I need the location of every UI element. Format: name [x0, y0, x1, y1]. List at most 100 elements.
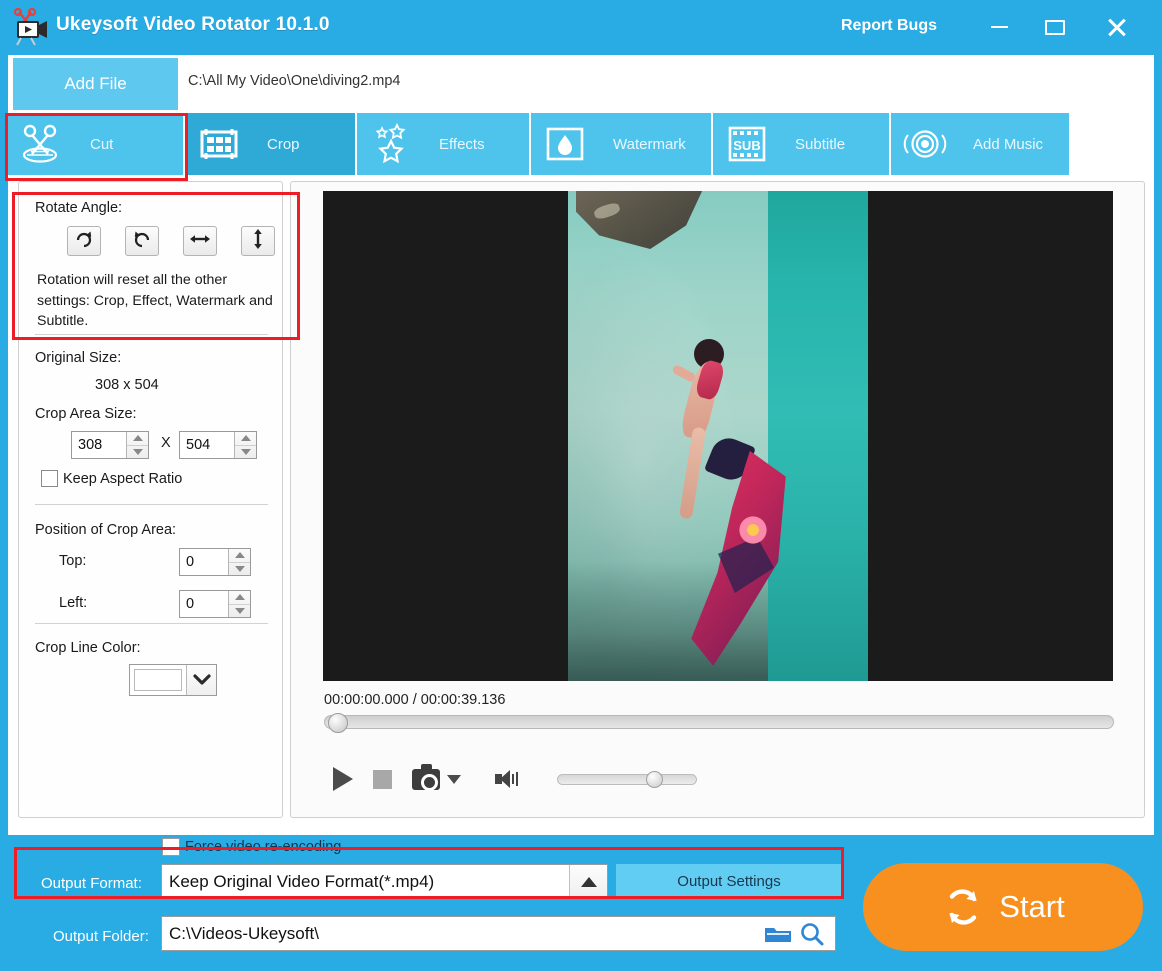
scissors-film-icon [16, 113, 68, 175]
chevron-up-icon [234, 594, 245, 601]
minimize-icon [990, 26, 1008, 28]
crop-left-up[interactable] [229, 591, 250, 605]
flip-vertical-icon [249, 228, 267, 255]
tab-effects[interactable]: Effects [357, 113, 531, 175]
force-reencoding-checkbox[interactable] [162, 838, 180, 856]
chevron-down-icon [132, 448, 143, 455]
start-button[interactable]: Start [863, 863, 1143, 951]
tab-subtitle[interactable]: SUB Subtitle [713, 113, 891, 175]
folder-icon[interactable] [763, 923, 793, 945]
output-folder-label: Output Folder: [53, 928, 149, 945]
rotate-counterclockwise-button[interactable] [125, 226, 159, 256]
crop-width-up[interactable] [127, 432, 148, 446]
add-file-button[interactable]: Add File [13, 58, 178, 110]
tab-cut-label: Cut [90, 135, 114, 153]
crop-left-input[interactable] [180, 591, 228, 617]
flip-horizontal-button[interactable] [183, 226, 217, 256]
time-readout: 00:00:00.000 / 00:00:39.136 [324, 692, 506, 708]
stop-button[interactable] [373, 769, 392, 789]
speaker-rings-icon [899, 113, 951, 175]
crop-left-arrows [228, 591, 250, 617]
crop-width-input[interactable] [72, 432, 126, 458]
output-folder-value: C:\Videos-Ukeysoft\ [169, 923, 319, 943]
crop-height-input[interactable] [180, 432, 234, 458]
crop-top-arrows [228, 549, 250, 575]
speaker-wave-1 [512, 774, 514, 784]
chevron-up-icon [240, 435, 251, 442]
refresh-cycle-icon [941, 885, 985, 929]
rotate-counterclockwise-icon [132, 229, 152, 254]
crop-grid-icon [193, 113, 245, 175]
seek-slider[interactable] [324, 713, 1114, 733]
speaker-cone [500, 770, 510, 788]
settings-panel: Rotate Angle: Rotation will reset all th… [18, 181, 283, 818]
crop-left-down[interactable] [229, 605, 250, 618]
crop-top-up[interactable] [229, 549, 250, 563]
app-logo-icon [12, 7, 50, 46]
maximize-icon [1045, 19, 1065, 35]
play-icon [333, 767, 353, 791]
speaker-icon [495, 770, 518, 788]
flip-vertical-button[interactable] [241, 226, 275, 256]
rock-highlight [592, 201, 622, 221]
seek-thumb[interactable] [328, 713, 348, 733]
volume-slider[interactable] [557, 770, 697, 788]
stop-icon [373, 769, 392, 789]
position-of-crop-area-label: Position of Crop Area: [35, 522, 177, 538]
flip-horizontal-icon [189, 230, 211, 253]
volume-thumb[interactable] [646, 770, 663, 788]
volume-button[interactable] [481, 770, 518, 788]
crop-top-down[interactable] [229, 563, 250, 576]
tail-flower-pattern [736, 513, 770, 547]
speaker-wave-2 [516, 772, 518, 786]
crop-line-color-picker[interactable] [129, 664, 217, 696]
tab-watermark[interactable]: Watermark [531, 113, 713, 175]
minimize-button[interactable] [982, 12, 1016, 42]
tab-bar-filler [1069, 113, 1154, 175]
force-reencoding-row[interactable]: Force video re-encoding [162, 838, 341, 856]
tab-bar: Cut Crop Effects Watermark SUB Subtitle … [8, 113, 1154, 175]
keep-aspect-ratio-row[interactable]: Keep Aspect Ratio [41, 470, 182, 487]
rotate-clockwise-button[interactable] [67, 226, 101, 256]
close-button[interactable] [1100, 12, 1134, 42]
keep-aspect-ratio-checkbox[interactable] [41, 470, 58, 487]
svg-text:SUB: SUB [733, 138, 760, 153]
crop-left-stepper[interactable] [179, 590, 251, 618]
crop-height-up[interactable] [235, 432, 256, 446]
maximize-button[interactable] [1038, 12, 1072, 42]
force-reencoding-label: Force video re-encoding [185, 839, 342, 855]
output-settings-button[interactable]: Output Settings [616, 864, 842, 899]
sub-film-icon: SUB [721, 113, 773, 175]
crop-top-input[interactable] [180, 549, 228, 575]
chevron-down-icon [240, 448, 251, 455]
original-size-label: Original Size: [35, 350, 122, 366]
search-icon[interactable] [797, 921, 827, 947]
tab-cut[interactable]: Cut [8, 113, 185, 175]
crop-width-stepper[interactable] [71, 431, 149, 459]
file-toolbar: Add File C:\All My Video\One\diving2.mp4 [8, 55, 1154, 113]
report-bugs-link[interactable]: Report Bugs [841, 17, 937, 35]
crop-height-down[interactable] [235, 446, 256, 459]
chevron-down-icon [234, 607, 245, 614]
output-format-arrow-button[interactable] [569, 865, 607, 898]
rotate-clockwise-icon [74, 229, 94, 254]
chevron-down-icon[interactable] [447, 774, 461, 784]
snapshot-button[interactable] [412, 763, 461, 791]
color-dropdown-button[interactable] [186, 665, 216, 695]
crop-height-stepper[interactable] [179, 431, 257, 459]
crop-top-stepper[interactable] [179, 548, 251, 576]
tab-crop[interactable]: Crop [185, 113, 357, 175]
crop-width-down[interactable] [127, 446, 148, 459]
title-bar: Ukeysoft Video Rotator 10.1.0 Report Bug… [0, 0, 1162, 55]
output-folder-field[interactable]: C:\Videos-Ukeysoft\ [161, 916, 836, 951]
tab-crop-label: Crop [267, 135, 300, 153]
play-button[interactable] [333, 767, 353, 791]
chevron-up-icon [132, 435, 143, 442]
tab-watermark-label: Watermark [613, 135, 686, 153]
app-window: Ukeysoft Video Rotator 10.1.0 Report Bug… [0, 0, 1162, 971]
top-label: Top: [59, 553, 87, 569]
tab-subtitle-label: Subtitle [795, 135, 846, 153]
output-format-dropdown[interactable]: Keep Original Video Format(*.mp4) [161, 864, 608, 899]
video-preview[interactable] [323, 191, 1113, 681]
tab-addmusic[interactable]: Add Music [891, 113, 1069, 175]
